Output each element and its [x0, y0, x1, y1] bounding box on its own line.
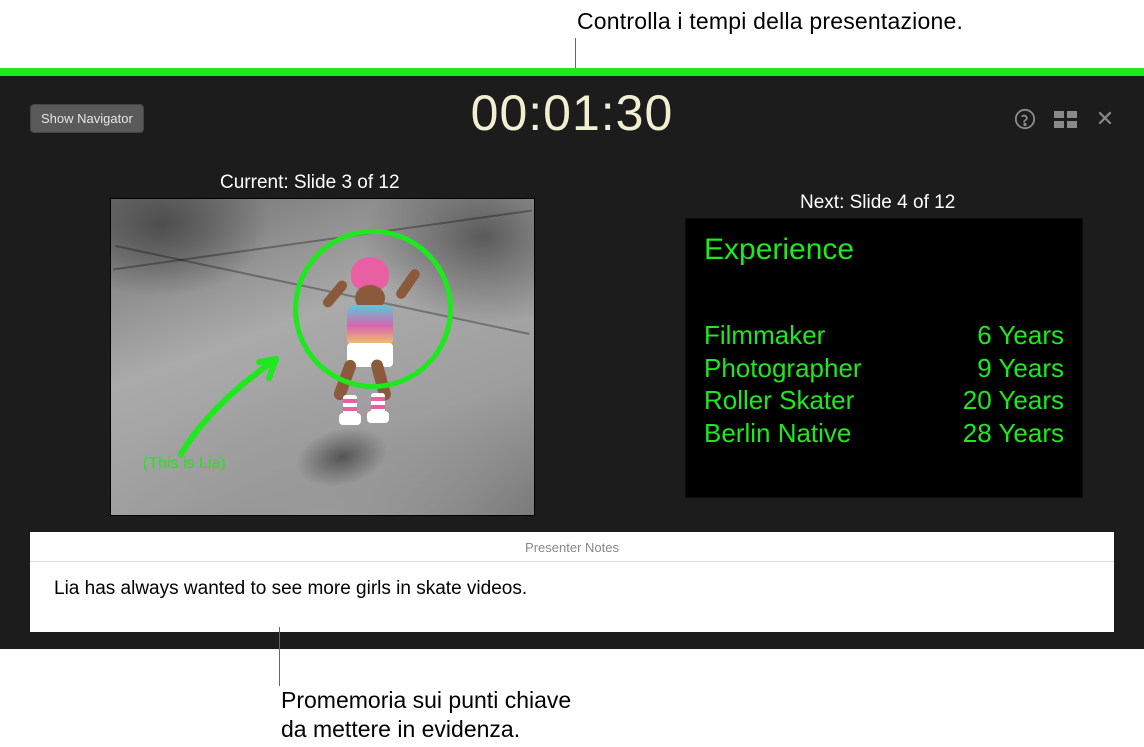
- experience-row: Filmmaker 6 Years: [704, 319, 1064, 352]
- experience-row: Roller Skater 20 Years: [704, 384, 1064, 417]
- layout-grid-icon[interactable]: [1054, 108, 1076, 130]
- callout-line-bottom: [279, 627, 280, 686]
- experience-row: Berlin Native 28 Years: [704, 417, 1064, 450]
- presenter-notes-panel: Presenter Notes Lia has always wanted to…: [30, 532, 1114, 632]
- experience-role: Berlin Native: [704, 417, 851, 450]
- experience-role: Photographer: [704, 352, 862, 385]
- callout-notes: Promemoria sui punti chiave da mettere i…: [281, 686, 571, 744]
- experience-row: Photographer 9 Years: [704, 352, 1064, 385]
- green-progress-bar: [0, 68, 1144, 76]
- experience-years: 20 Years: [963, 384, 1064, 417]
- next-slide-title: Experience: [704, 233, 1064, 267]
- experience-role: Roller Skater: [704, 384, 854, 417]
- top-icon-group: ✕: [1014, 108, 1116, 130]
- annotation-arrow: [171, 344, 321, 464]
- callout-notes-line2: da mettere in evidenza.: [281, 715, 571, 744]
- presenter-notes-body[interactable]: Lia has always wanted to see more girls …: [30, 562, 1114, 616]
- help-icon[interactable]: [1014, 108, 1036, 130]
- experience-role: Filmmaker: [704, 319, 825, 352]
- annotation-label: (This is Lia): [143, 455, 226, 473]
- experience-years: 9 Years: [977, 352, 1064, 385]
- next-slide-thumbnail[interactable]: Experience Filmmaker 6 Years Photographe…: [685, 218, 1083, 498]
- current-slide-thumbnail[interactable]: (This is Lia): [110, 198, 535, 516]
- current-slide-label: Current: Slide 3 of 12: [220, 172, 400, 194]
- presenter-notes-header: Presenter Notes: [30, 532, 1114, 562]
- experience-years: 28 Years: [963, 417, 1064, 450]
- callout-notes-line1: Promemoria sui punti chiave: [281, 686, 571, 715]
- presenter-display: Show Navigator 00:01:30 ✕ Current: Slide…: [0, 76, 1144, 649]
- experience-years: 6 Years: [977, 319, 1064, 352]
- presentation-timer[interactable]: 00:01:30: [0, 84, 1144, 142]
- callout-timer: Controlla i tempi della presentazione.: [577, 8, 963, 35]
- close-icon[interactable]: ✕: [1094, 108, 1116, 130]
- next-slide-label: Next: Slide 4 of 12: [800, 192, 955, 214]
